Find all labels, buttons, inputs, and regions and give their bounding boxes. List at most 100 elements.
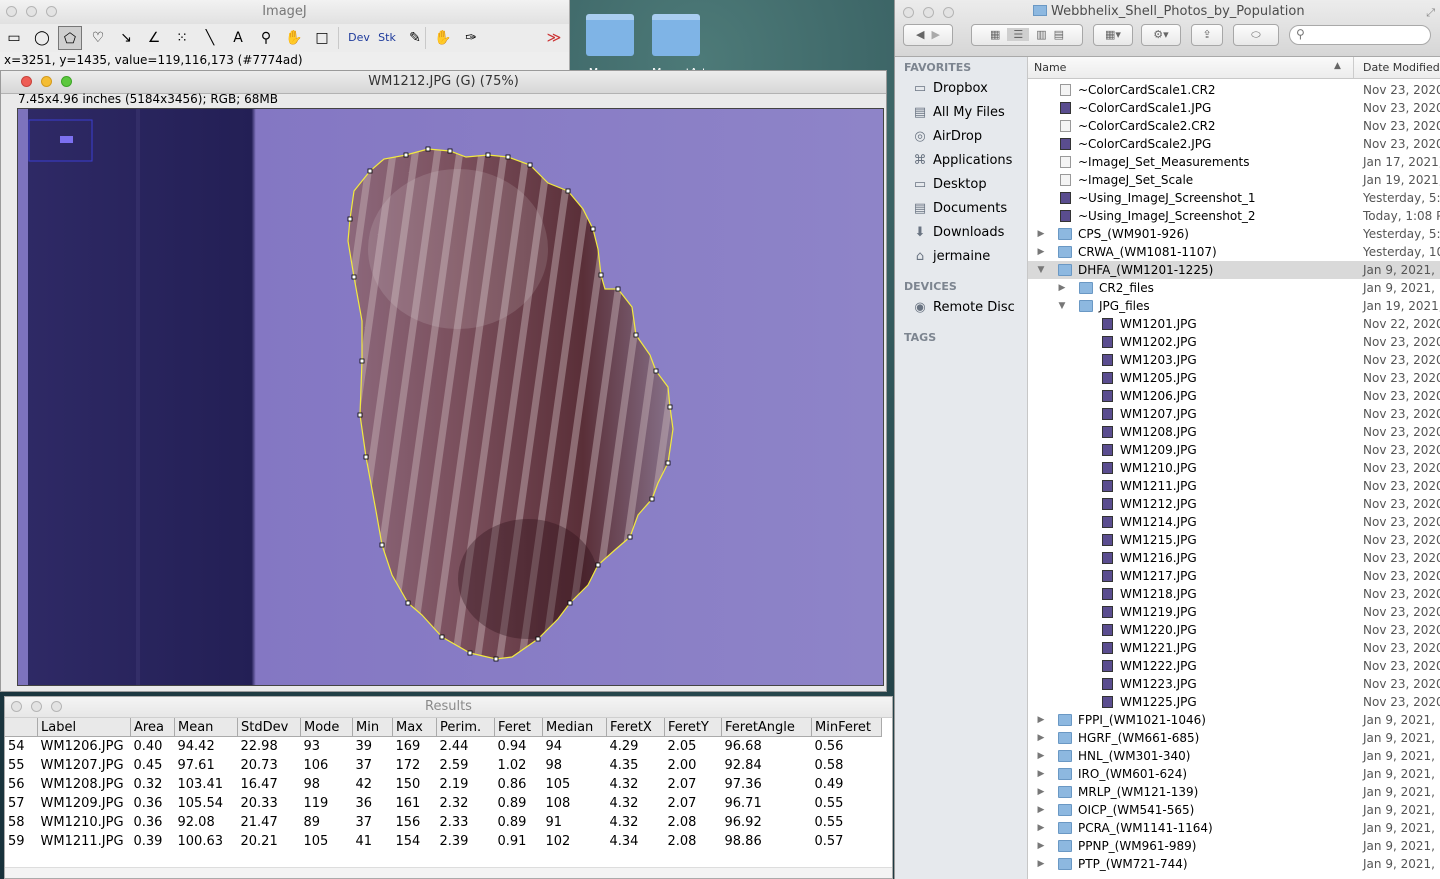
disclosure-closed-icon[interactable]: ▶ [1036,765,1046,783]
file-row[interactable]: WM1219.JPG Nov 23, 2020 [1028,603,1440,621]
icon-view-icon[interactable]: ▦ [990,28,1000,41]
sidebar-item-airdrop[interactable]: ◎ AirDrop [911,126,982,148]
results-column-header[interactable]: Feret [494,718,543,737]
file-row[interactable]: ~ImageJ_Set_Measurements Jan 17, 2021, [1028,153,1440,171]
straight-line-tool[interactable]: ↘ [114,26,138,50]
results-column-header[interactable]: Mode [300,718,353,737]
minimize-button[interactable] [31,701,42,712]
file-row[interactable]: WM1221.JPG Nov 23, 2020 [1028,639,1440,657]
disclosure-open-icon[interactable]: ▼ [1057,297,1067,315]
file-row[interactable]: ~ImageJ_Set_Scale Jan 19, 2021, [1028,171,1440,189]
file-row[interactable]: WM1202.JPG Nov 23, 2020 [1028,333,1440,351]
column-view-icon[interactable]: ▥ [1036,28,1046,41]
forward-icon[interactable]: ▶ [932,28,940,41]
folder-row[interactable]: ▶ CR2_files Jan 9, 2021, 1 [1028,279,1440,297]
image-window-titlebar[interactable]: WM1212.JPG (G) (75%) [1,71,886,94]
desktop-folder[interactable]: Ma...ere [586,14,636,79]
disclosure-closed-icon[interactable]: ▶ [1036,801,1046,819]
disclosure-closed-icon[interactable]: ▶ [1036,243,1046,261]
file-row[interactable]: WM1201.JPG Nov 22, 2020 [1028,315,1440,333]
results-column-header[interactable]: StdDev [237,718,301,737]
results-row[interactable]: 55 WM1207.JPG 0.45 97.61 20.73 106 37 172 2.59 1.… [5,756,882,775]
results-row[interactable]: 56 WM1208.JPG 0.32 103.41 16.47 98 42 150 2.19 0.… [5,775,882,794]
column-header-date-modified[interactable]: Date Modified [1363,61,1440,74]
view-mode-buttons[interactable]: ▦ ☰ ▥ ▤ [971,24,1083,46]
pipette-tool[interactable]: ✑ [459,26,483,50]
search-input[interactable]: ⚲ [1289,25,1431,45]
text-tool[interactable]: A [226,26,250,50]
zoom-button[interactable] [943,7,954,18]
sidebar-item-downloads[interactable]: ⬇ Downloads [911,222,1005,244]
file-row[interactable]: ~ColorCardScale1.JPG Nov 23, 2020 [1028,99,1440,117]
folder-row[interactable]: ▶ OICP_(WM541-565) Jan 9, 2021, 1 [1028,801,1440,819]
arrange-button[interactable]: ▦▾ [1093,24,1133,46]
image-canvas[interactable] [17,108,884,686]
file-row[interactable]: WM1207.JPG Nov 23, 2020 [1028,405,1440,423]
disclosure-closed-icon[interactable]: ▶ [1036,711,1046,729]
file-row[interactable]: WM1218.JPG Nov 23, 2020 [1028,585,1440,603]
file-row[interactable]: WM1223.JPG Nov 23, 2020 [1028,675,1440,693]
imagej-titlebar[interactable]: ImageJ [0,0,569,25]
results-column-header[interactable] [5,718,38,737]
list-view-icon[interactable]: ☰ [1007,28,1030,41]
share-button[interactable]: ⇪ [1191,24,1223,46]
disclosure-closed-icon[interactable]: ▶ [1036,783,1046,801]
results-row[interactable]: 57 WM1209.JPG 0.36 105.54 20.33 119 36 161 2.32 0… [5,794,882,813]
results-row[interactable]: 54 WM1206.JPG 0.40 94.42 22.98 93 39 169 2.44 0.9… [5,737,882,757]
close-button[interactable] [11,701,22,712]
disclosure-closed-icon[interactable]: ▶ [1036,819,1046,837]
angle-tool[interactable]: ∠ [142,26,166,50]
file-row[interactable]: WM1209.JPG Nov 23, 2020 [1028,441,1440,459]
file-row[interactable]: WM1212.JPG Nov 23, 2020 [1028,495,1440,513]
rectangle-tool[interactable]: ▭ [2,26,26,50]
results-column-header[interactable]: FeretY [664,718,722,737]
brush-tool[interactable]: ✋ [431,26,455,50]
zoom-button[interactable] [46,6,57,17]
file-row[interactable]: ~ColorCardScale2.JPG Nov 23, 2020 [1028,135,1440,153]
minimize-button[interactable] [41,76,52,87]
file-row[interactable]: WM1210.JPG Nov 23, 2020 [1028,459,1440,477]
wand-tool[interactable]: ╲ [198,26,222,50]
back-forward-buttons[interactable]: ◀ ▶ [903,24,953,46]
freehand-tool[interactable]: ♡ [86,26,110,50]
column-header-name[interactable]: Name [1034,61,1066,74]
tags-button[interactable]: ⬭ [1233,24,1279,46]
disclosure-closed-icon[interactable]: ▶ [1036,837,1046,855]
file-row[interactable]: ~ColorCardScale1.CR2 Nov 23, 2020 [1028,81,1440,99]
sidebar-item-remote-disc[interactable]: ◉ Remote Disc [911,297,1015,319]
oval-tool[interactable]: ◯ [30,26,54,50]
file-row[interactable]: WM1225.JPG Nov 23, 2020 [1028,693,1440,711]
file-row[interactable]: WM1208.JPG Nov 23, 2020 [1028,423,1440,441]
folder-row[interactable]: ▶ CRWA_(WM1081-1107) Yesterday, 10 [1028,243,1440,261]
folder-row[interactable]: ▶ CPS_(WM901-926) Yesterday, 5:4 [1028,225,1440,243]
folder-row[interactable]: ▶ HNL_(WM301-340) Jan 9, 2021, 1 [1028,747,1440,765]
results-column-header[interactable]: MinFeret [811,718,882,737]
stk-tool[interactable]: Stk [375,26,399,50]
folder-row[interactable]: ▶ HGRF_(WM661-685) Jan 9, 2021, 1 [1028,729,1440,747]
action-button[interactable]: ⚙▾ [1141,24,1181,46]
desktop-folder[interactable]: Man...tArt [652,14,706,79]
results-column-header[interactable]: Mean [174,718,238,737]
zoom-button[interactable] [61,76,72,87]
folder-row[interactable]: ▼ DHFA_(WM1201-1225) Jan 9, 2021, 1 [1028,261,1440,279]
file-row[interactable]: WM1215.JPG Nov 23, 2020 [1028,531,1440,549]
file-row[interactable]: WM1211.JPG Nov 23, 2020 [1028,477,1440,495]
minimize-button[interactable] [923,7,934,18]
sidebar-item-dropbox[interactable]: ▭ Dropbox [911,78,988,100]
folder-row[interactable]: ▶ FPPI_(WM1021-1046) Jan 9, 2021, 1 [1028,711,1440,729]
disclosure-closed-icon[interactable]: ▶ [1036,747,1046,765]
file-row[interactable]: WM1214.JPG Nov 23, 2020 [1028,513,1440,531]
minimize-button[interactable] [26,6,37,17]
back-icon[interactable]: ◀ [916,28,924,41]
folder-row[interactable]: ▶ MRLP_(WM121-139) Jan 9, 2021, 1 [1028,783,1440,801]
folder-row[interactable]: ▼ JPG_files Jan 19, 2021, [1028,297,1440,315]
close-button[interactable] [903,7,914,18]
disclosure-closed-icon[interactable]: ▶ [1057,279,1067,297]
results-row[interactable]: 58 WM1210.JPG 0.36 92.08 21.47 89 37 156 2.33 0.8… [5,813,882,832]
file-row[interactable]: WM1206.JPG Nov 23, 2020 [1028,387,1440,405]
disclosure-closed-icon[interactable]: ▶ [1036,855,1046,873]
disclosure-closed-icon[interactable]: ▶ [1036,729,1046,747]
sort-ascending-icon[interactable]: ▲ [1334,61,1341,71]
close-button[interactable] [6,6,17,17]
results-column-header[interactable]: Median [542,718,607,737]
